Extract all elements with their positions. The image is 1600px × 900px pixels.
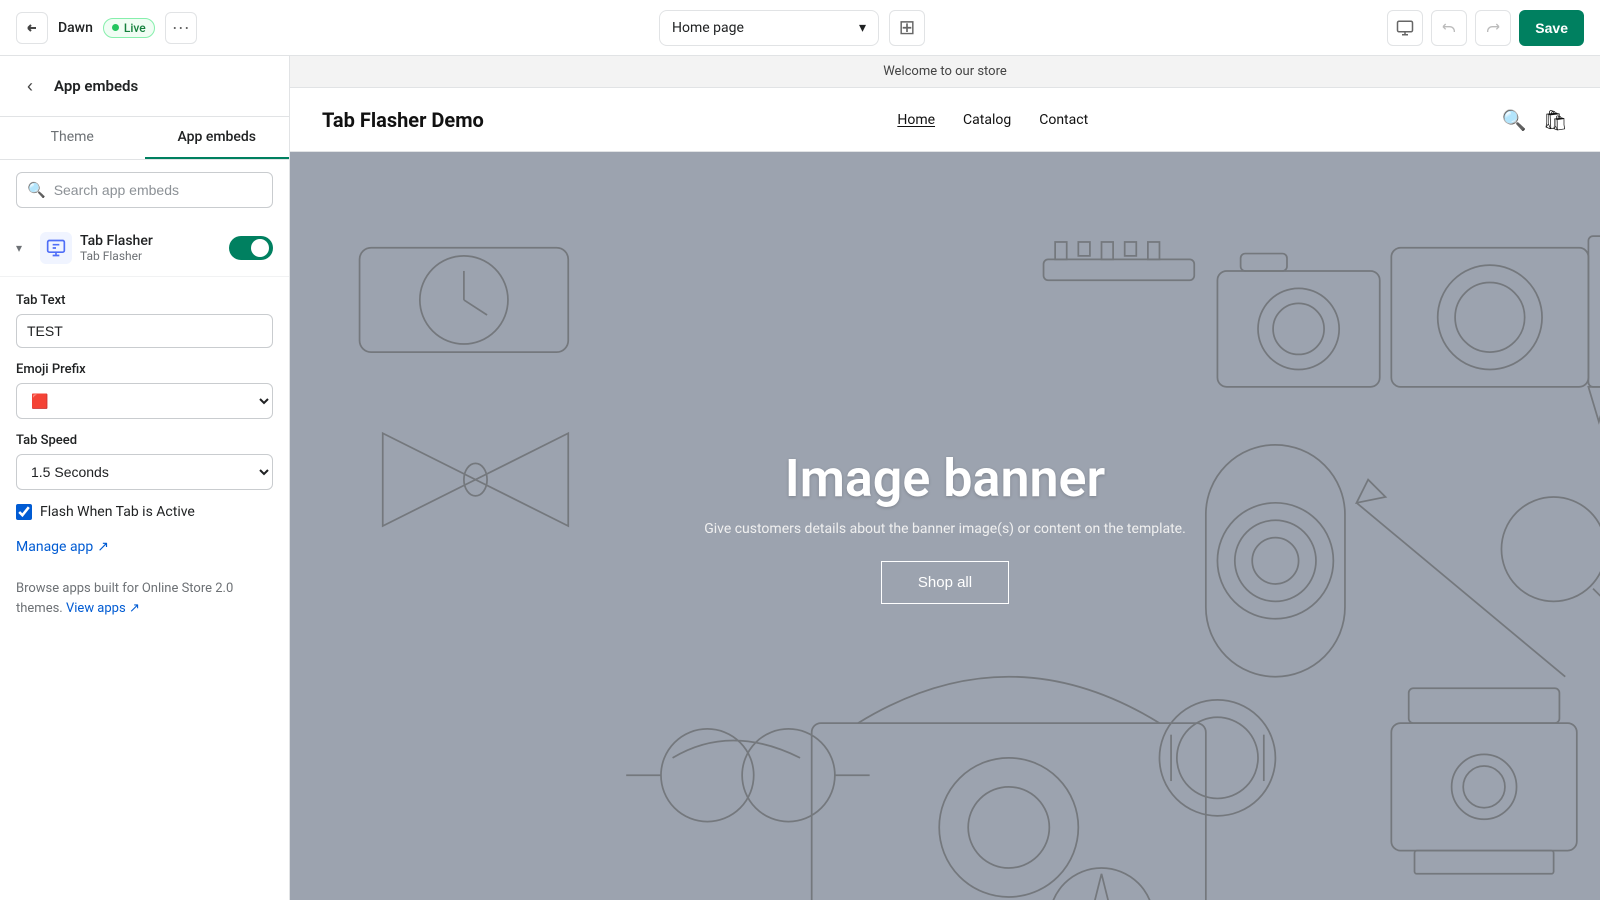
search-icon: 🔍: [27, 181, 46, 199]
manage-link-section: Manage app ↗: [0, 536, 289, 567]
live-label: Live: [124, 21, 146, 35]
store-header-bar: Welcome to our store: [290, 56, 1600, 88]
embed-sub: Tab Flasher: [80, 249, 221, 263]
sidebar: ‹ App embeds Theme App embeds 🔍 ▾: [0, 56, 290, 900]
shop-all-button[interactable]: Shop all: [881, 561, 1009, 604]
banner-title: Image banner: [704, 448, 1186, 509]
nav-link-catalog[interactable]: Catalog: [963, 112, 1011, 128]
image-banner: Image banner Give customers details abou…: [290, 152, 1600, 900]
search-icon-store[interactable]: 🔍: [1502, 108, 1527, 132]
store-name: Dawn: [58, 20, 93, 36]
desktop-view-button[interactable]: [1387, 10, 1423, 46]
cart-icon-store[interactable]: 🛍: [1543, 108, 1568, 132]
emoji-prefix-label: Emoji Prefix: [16, 362, 273, 377]
more-button[interactable]: ···: [165, 12, 197, 44]
manage-app-link[interactable]: Manage app ↗: [16, 539, 109, 555]
embed-labels: Tab Flasher Tab Flasher: [80, 233, 221, 263]
sidebar-back-button[interactable]: ‹: [16, 72, 44, 100]
external-link-icon-2: ↗: [129, 601, 140, 616]
flash-when-active-checkbox[interactable]: [16, 504, 32, 520]
tab-text-label: Tab Text: [16, 293, 273, 308]
embed-toggle[interactable]: [229, 236, 273, 260]
undo-button[interactable]: [1431, 10, 1467, 46]
tab-speed-field: Tab Speed 0.5 Seconds 1.0 Seconds 1.5 Se…: [16, 433, 273, 490]
flash-when-active-label: Flash When Tab is Active: [40, 504, 195, 520]
preview-inner: Welcome to our store Tab Flasher Demo Ho…: [290, 56, 1600, 900]
redo-button[interactable]: [1475, 10, 1511, 46]
form-section: Tab Text Emoji Prefix 🟥 🟧 🟨 🟩 🟦 Tab Spee…: [0, 277, 289, 536]
tab-theme[interactable]: Theme: [0, 117, 145, 159]
topbar: Dawn Live ··· Home page ▾ ⊞ Save: [0, 0, 1600, 56]
topbar-left: Dawn Live ···: [16, 12, 197, 44]
browse-text: Browse apps built for Online Store 2.0 t…: [0, 567, 289, 630]
multiselect-button[interactable]: ⊞: [889, 10, 925, 46]
banner-content: Image banner Give customers details abou…: [704, 448, 1186, 604]
tab-speed-label: Tab Speed: [16, 433, 273, 448]
tab-text-field: Tab Text: [16, 293, 273, 348]
page-select-value: Home page: [672, 20, 744, 36]
banner-subtitle: Give customers details about the banner …: [704, 521, 1186, 537]
chevron-icon[interactable]: ▾: [16, 241, 32, 255]
topbar-center: Home page ▾ ⊞: [209, 10, 1376, 46]
nav-link-home[interactable]: Home: [897, 112, 935, 128]
flash-when-active-row: Flash When Tab is Active: [16, 504, 273, 520]
live-badge: Live: [103, 18, 155, 38]
emoji-prefix-select[interactable]: 🟥 🟧 🟨 🟩 🟦: [16, 383, 273, 419]
chevron-down-icon: ▾: [859, 20, 866, 36]
search-box: 🔍: [16, 172, 273, 208]
tab-text-input[interactable]: [16, 314, 273, 348]
sidebar-tabs: Theme App embeds: [0, 117, 289, 160]
topbar-right: Save: [1387, 10, 1584, 46]
sidebar-title: App embeds: [54, 77, 138, 95]
store-nav: Tab Flasher Demo Home Catalog Contact 🔍 …: [290, 88, 1600, 152]
store-header-text: Welcome to our store: [883, 64, 1007, 79]
nav-link-contact[interactable]: Contact: [1039, 112, 1088, 128]
embed-app-icon: [40, 232, 72, 264]
store-nav-icons: 🔍 🛍: [1502, 108, 1568, 132]
embed-item-tab-flasher: ▾ Tab Flasher Tab Flasher: [0, 220, 289, 277]
back-button[interactable]: [16, 12, 48, 44]
sidebar-header: ‹ App embeds: [0, 56, 289, 117]
toggle-slider: [229, 236, 273, 260]
embed-item-header: ▾ Tab Flasher Tab Flasher: [16, 232, 273, 264]
store-logo: Tab Flasher Demo: [322, 108, 484, 132]
main: ‹ App embeds Theme App embeds 🔍 ▾: [0, 56, 1600, 900]
page-select[interactable]: Home page ▾: [659, 10, 879, 46]
grid-icon: ⊞: [899, 15, 916, 40]
emoji-prefix-field: Emoji Prefix 🟥 🟧 🟨 🟩 🟦: [16, 362, 273, 419]
external-link-icon: ↗: [97, 539, 109, 555]
search-wrap: 🔍: [0, 160, 289, 220]
preview-area: Welcome to our store Tab Flasher Demo Ho…: [290, 56, 1600, 900]
save-button[interactable]: Save: [1519, 10, 1584, 46]
tab-speed-select[interactable]: 0.5 Seconds 1.0 Seconds 1.5 Seconds 2.0 …: [16, 454, 273, 490]
tab-app-embeds[interactable]: App embeds: [145, 117, 290, 159]
store-nav-links: Home Catalog Contact: [897, 112, 1088, 128]
live-dot: [112, 24, 119, 31]
search-input[interactable]: [54, 182, 262, 198]
view-apps-link[interactable]: View apps ↗: [66, 601, 140, 616]
embed-name: Tab Flasher: [80, 233, 221, 249]
